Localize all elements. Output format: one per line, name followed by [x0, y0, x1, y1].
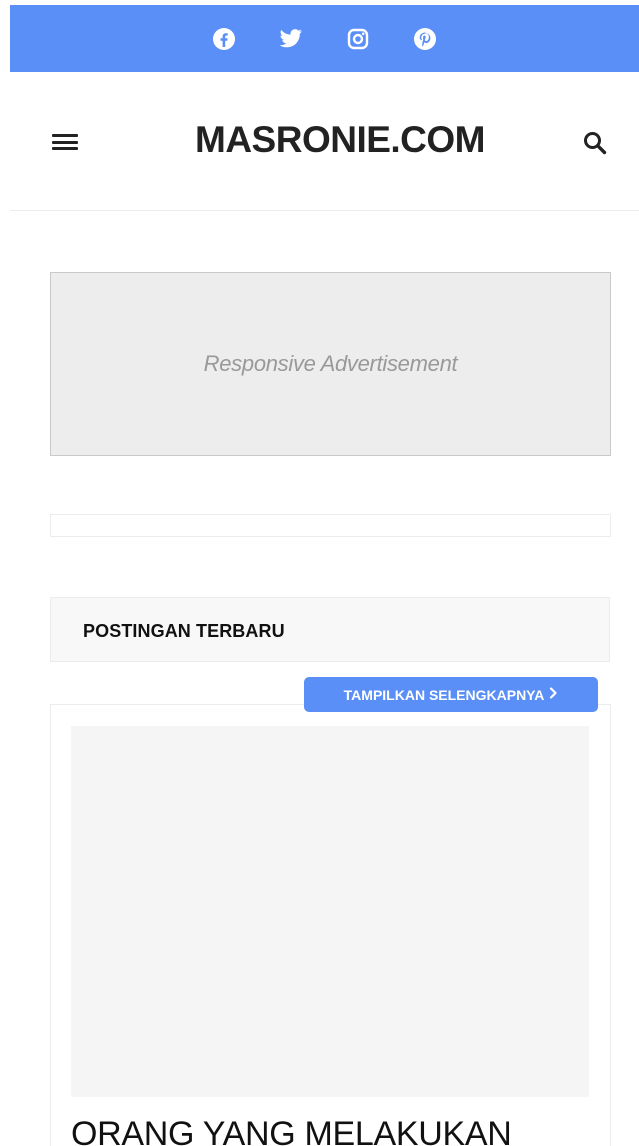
header-divider — [10, 210, 639, 211]
section-title: POSTINGAN TERBARU — [83, 621, 285, 641]
menu-line — [52, 140, 78, 144]
pinterest-icon[interactable] — [411, 25, 439, 53]
page: MASRONIE.COM Responsive Advertisement PO… — [0, 0, 639, 1146]
hamburger-menu-icon[interactable] — [52, 128, 82, 156]
facebook-icon[interactable] — [210, 25, 238, 53]
menu-line — [52, 147, 78, 150]
empty-widget — [50, 514, 611, 537]
post-card: ORANG YANG MELAKUKAN — [50, 704, 611, 1146]
chevron-right-icon — [549, 687, 558, 702]
instagram-icon[interactable] — [344, 25, 372, 53]
ad-label: Responsive Advertisement — [203, 351, 458, 376]
social-bar — [10, 5, 639, 72]
post-thumbnail[interactable] — [71, 726, 589, 1097]
show-more-button[interactable]: TAMPILKAN SELENGKAPNYA — [304, 677, 598, 712]
site-title[interactable]: MASRONIE.COM — [170, 119, 510, 161]
twitter-icon[interactable] — [277, 25, 305, 53]
section-header: POSTINGAN TERBARU — [50, 597, 610, 662]
post-title[interactable]: ORANG YANG MELAKUKAN — [71, 1115, 601, 1146]
show-more-label: TAMPILKAN SELENGKAPNYA — [343, 686, 545, 703]
site-header: MASRONIE.COM — [10, 72, 639, 211]
search-icon[interactable] — [582, 130, 608, 156]
ad-placeholder: Responsive Advertisement — [50, 272, 611, 456]
menu-line — [52, 134, 78, 137]
